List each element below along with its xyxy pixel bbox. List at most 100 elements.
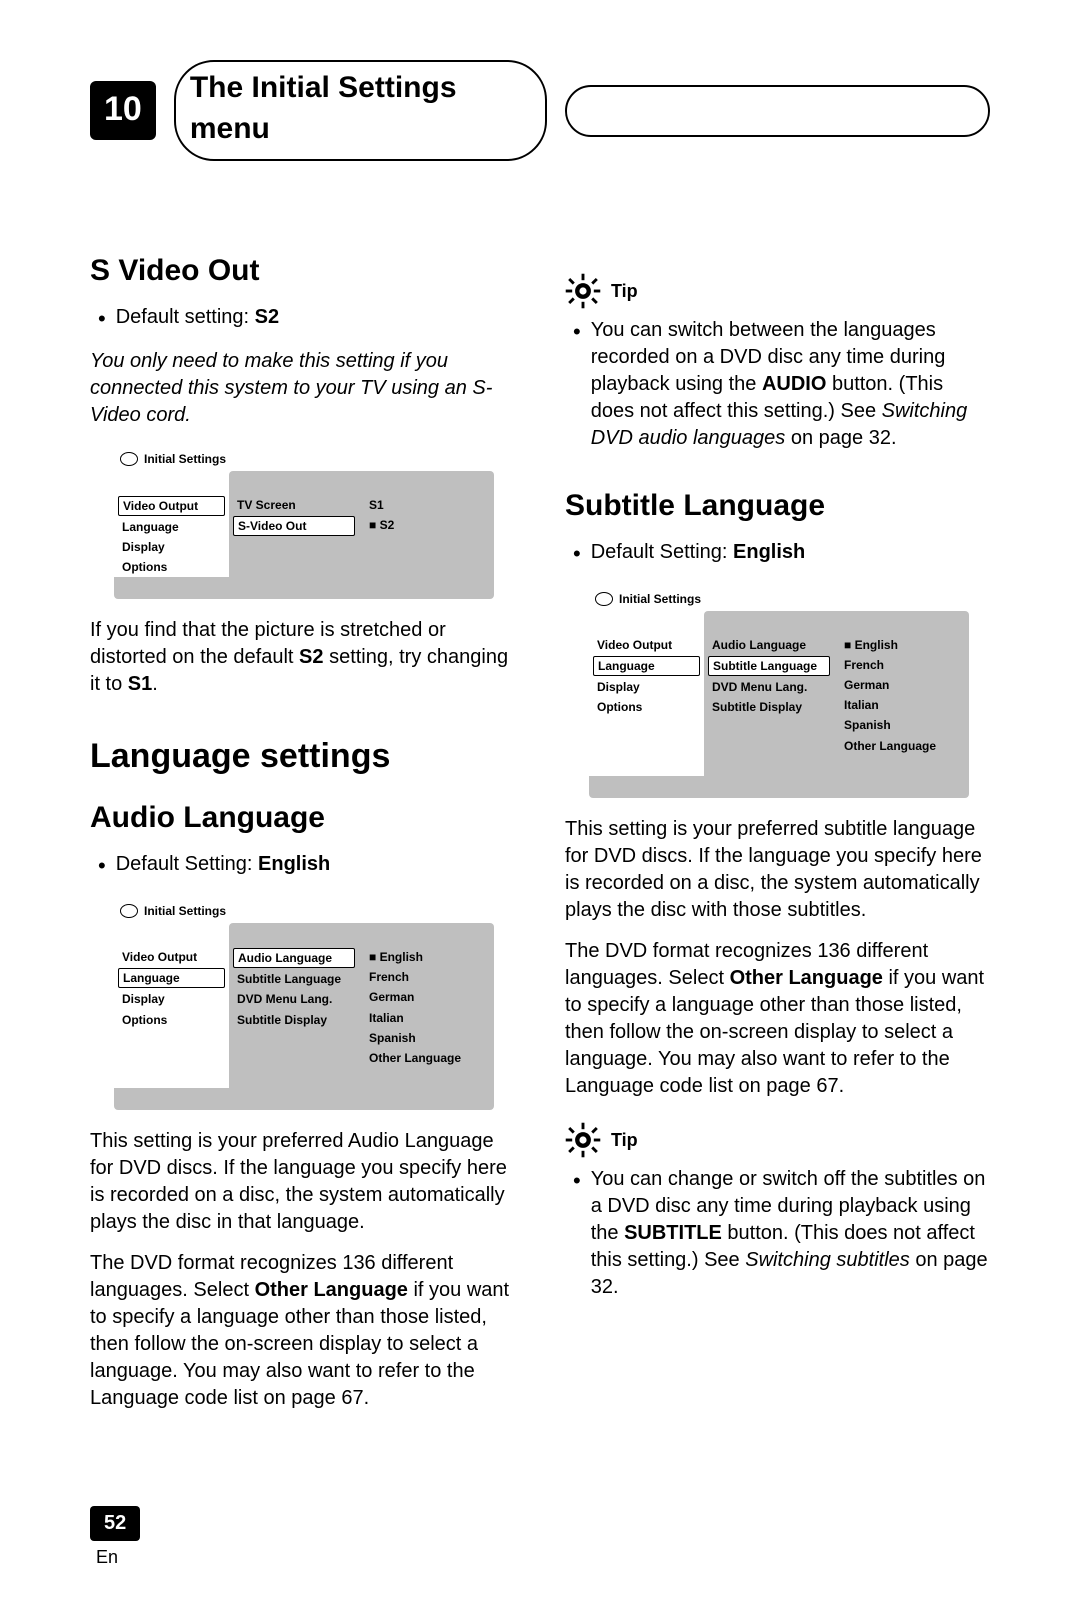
bullet-icon <box>573 539 581 569</box>
settings-list-item: English <box>834 635 969 655</box>
page-number: 52 <box>90 1506 140 1541</box>
disc-icon <box>120 452 138 466</box>
settings-list-item: French <box>834 655 969 675</box>
subtitle-default-value: English <box>733 541 805 563</box>
settings-list-item: Video Output <box>118 496 225 516</box>
text: on page 32. <box>785 427 896 449</box>
svideo-note: You only need to make this setting if yo… <box>90 348 515 429</box>
settings-right-list: EnglishFrenchGermanItalianSpanishOther L… <box>834 611 969 776</box>
tip2-text: You can change or switch off the subtitl… <box>591 1166 990 1301</box>
bullet-icon <box>98 851 106 881</box>
settings-list-item: S1 <box>359 495 494 515</box>
svideo-after-text: If you find that the picture is stretche… <box>90 617 515 698</box>
settings-left-list: Video OutputLanguageDisplayOptions <box>114 923 229 1088</box>
settings-list-item: Subtitle Display <box>704 697 834 717</box>
settings-list-item: Audio Language <box>233 948 355 968</box>
text-bold: Other Language <box>730 967 883 989</box>
bullet-icon <box>98 304 106 334</box>
tip-icon <box>565 1122 601 1158</box>
settings-list-item: Italian <box>834 695 969 715</box>
subtitle-default-label: Default Setting: <box>591 541 733 563</box>
settings-right-list: S1S2 <box>359 471 494 578</box>
settings-list-item: Language <box>118 968 225 988</box>
settings-list-item: Options <box>589 697 704 717</box>
tip2-header: Tip <box>565 1122 990 1158</box>
svideo-heading: S Video Out <box>90 251 515 292</box>
settings-list-item: Options <box>114 557 229 577</box>
settings-bottom-bar <box>114 577 494 599</box>
settings-title: Initial Settings <box>144 903 226 919</box>
audio-language-heading: Audio Language <box>90 798 515 839</box>
chapter-header: 10 The Initial Settings menu <box>90 60 990 161</box>
svideo-default-text: Default setting: S2 <box>116 304 279 334</box>
settings-title: Initial Settings <box>619 591 701 607</box>
text-bold: S1 <box>128 673 152 695</box>
page-language-code: En <box>90 1545 990 1569</box>
subtitle-para2: The DVD format recognizes 136 different … <box>565 938 990 1100</box>
tip1-bullet: You can switch between the languages rec… <box>565 317 990 452</box>
settings-list-item: Other Language <box>834 736 969 756</box>
settings-list-item: Video Output <box>114 947 229 967</box>
language-settings-heading: Language settings <box>90 734 515 780</box>
bullet-icon <box>573 317 581 452</box>
settings-list-item: Options <box>114 1010 229 1030</box>
settings-list-item: English <box>359 947 494 967</box>
right-column: Tip You can switch between the languages… <box>565 251 990 1426</box>
audio-para1: This setting is your preferred Audio Lan… <box>90 1128 515 1236</box>
settings-list-item: Other Language <box>359 1048 494 1068</box>
tip2-label: Tip <box>611 1128 638 1152</box>
settings-list-item: Video Output <box>589 635 704 655</box>
settings-list-item: German <box>834 675 969 695</box>
text-bold: SUBTITLE <box>624 1222 722 1244</box>
text-bold: AUDIO <box>762 373 826 395</box>
left-column: S Video Out Default setting: S2 You only… <box>90 251 515 1426</box>
subtitle-default-text: Default Setting: English <box>591 539 806 569</box>
tip1-label: Tip <box>611 279 638 303</box>
tip1-header: Tip <box>565 273 990 309</box>
audio-default-label: Default Setting: <box>116 853 258 875</box>
audio-settings-screenshot: Initial Settings Video OutputLanguageDis… <box>114 899 494 1110</box>
page-footer: 52 En <box>90 1506 990 1569</box>
settings-list-item: Display <box>114 989 229 1009</box>
settings-list-item: DVD Menu Lang. <box>229 989 359 1009</box>
settings-list-item: Display <box>589 677 704 697</box>
svideo-default-value: S2 <box>255 306 279 328</box>
subtitle-para1: This setting is your preferred subtitle … <box>565 816 990 924</box>
audio-default-text: Default Setting: English <box>116 851 331 881</box>
settings-list-item: French <box>359 967 494 987</box>
settings-left-list: Video OutputLanguageDisplayOptions <box>589 611 704 776</box>
settings-list-item: Subtitle Display <box>229 1010 359 1030</box>
settings-list-item: TV Screen <box>229 495 359 515</box>
audio-default-value: English <box>258 853 330 875</box>
disc-icon <box>595 592 613 606</box>
settings-list-item: S-Video Out <box>233 516 355 536</box>
settings-list-item: Spanish <box>834 715 969 735</box>
tip2-bullet: You can change or switch off the subtitl… <box>565 1166 990 1301</box>
settings-list-item: German <box>359 987 494 1007</box>
settings-list-item: Language <box>114 517 229 537</box>
text-bold: S2 <box>299 646 323 668</box>
subtitle-settings-screenshot: Initial Settings Video OutputLanguageDis… <box>589 587 969 798</box>
text-italic: Switching subtitles <box>745 1249 910 1271</box>
settings-right-list: EnglishFrenchGermanItalianSpanishOther L… <box>359 923 494 1088</box>
audio-default-row: Default Setting: English <box>90 851 515 881</box>
svideo-settings-screenshot: Initial Settings Video OutputLanguageDis… <box>114 447 494 600</box>
settings-list-item: DVD Menu Lang. <box>704 677 834 697</box>
settings-mid-list: Audio LanguageSubtitle LanguageDVD Menu … <box>229 923 359 1088</box>
svideo-default-row: Default setting: S2 <box>90 304 515 334</box>
bullet-icon <box>573 1166 581 1301</box>
settings-left-list: Video OutputLanguageDisplayOptions <box>114 471 229 578</box>
chapter-title: The Initial Settings menu <box>174 60 548 161</box>
settings-list-item: Spanish <box>359 1028 494 1048</box>
text-bold: Other Language <box>255 1279 408 1301</box>
settings-list-item: Subtitle Language <box>229 969 359 989</box>
svideo-default-label: Default setting: <box>116 306 255 328</box>
chapter-number: 10 <box>90 81 156 141</box>
audio-para2: The DVD format recognizes 136 different … <box>90 1250 515 1412</box>
settings-list-item: Audio Language <box>704 635 834 655</box>
settings-title: Initial Settings <box>144 451 226 467</box>
tip1-text: You can switch between the languages rec… <box>591 317 990 452</box>
settings-list-item: Language <box>593 656 700 676</box>
settings-mid-list: TV ScreenS-Video Out <box>229 471 359 578</box>
settings-list-item: S2 <box>359 515 494 535</box>
